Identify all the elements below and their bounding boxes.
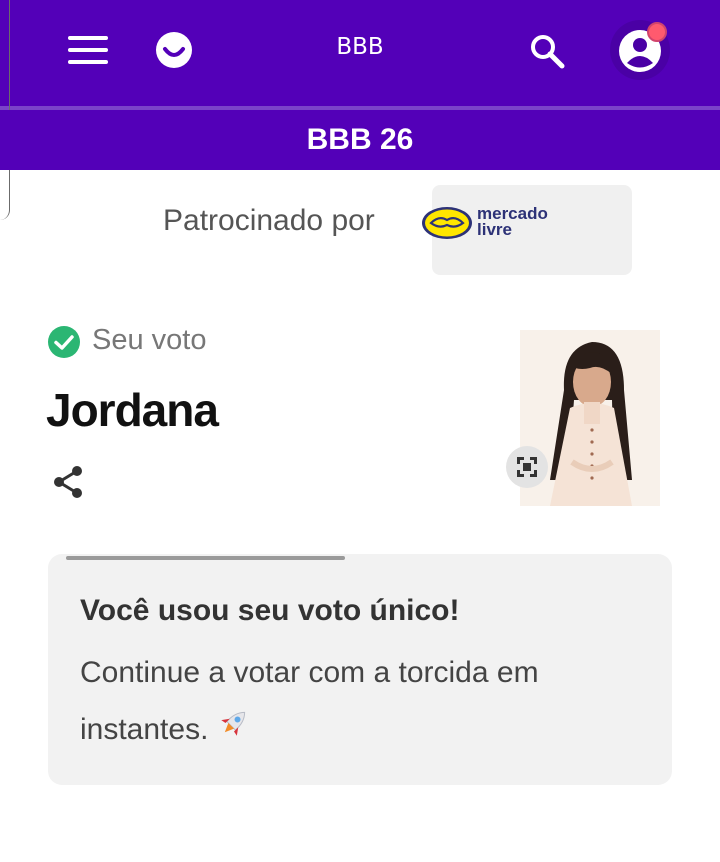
mercado-livre-wordmark: mercado livre [477, 204, 548, 239]
mercado-livre-logo [421, 205, 473, 245]
card-progress-bar [66, 556, 345, 560]
card-body: Continue a votar com a torcida em instan… [80, 644, 660, 760]
card-title: Você usou seu voto único! [80, 594, 460, 627]
section-title-bar: BBB 26 [0, 110, 720, 170]
rocket-icon [216, 703, 252, 760]
share-icon[interactable] [50, 464, 86, 500]
expand-icon [517, 457, 537, 477]
card-body-text: Continue a votar com a torcida em instan… [80, 656, 539, 746]
candidate-name: Jordana [46, 384, 219, 436]
sponsor-label: Patrocinado por [163, 204, 375, 237]
expand-photo-button[interactable] [506, 446, 548, 488]
notification-dot [647, 22, 667, 42]
check-circle-icon [48, 326, 80, 358]
search-icon[interactable] [528, 32, 566, 70]
vote-status-label: Seu voto [92, 324, 207, 356]
